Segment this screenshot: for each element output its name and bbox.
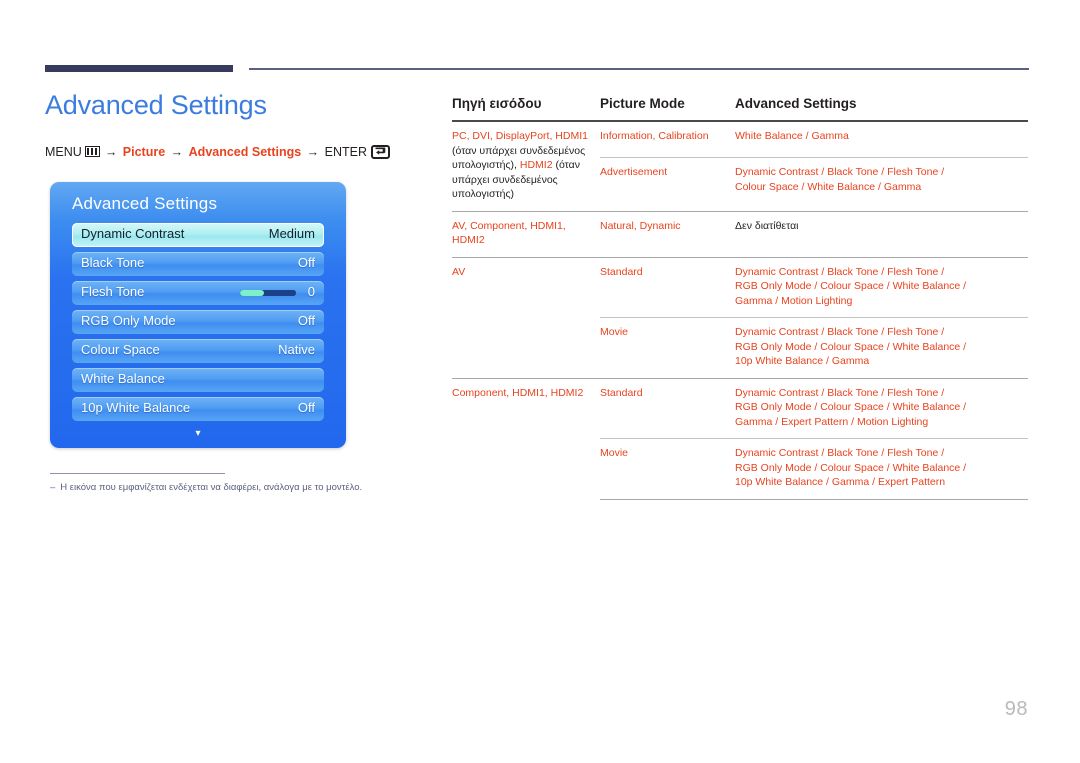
- spec-table-body: PC, DVI, DisplayPort, HDMI1 (όταν υπάρχε…: [452, 121, 1028, 500]
- osd-advanced-settings-panel[interactable]: Advanced Settings Dynamic Contrast Medium…: [50, 182, 346, 448]
- osd-item-label: 10p White Balance: [81, 400, 191, 415]
- enter-return-icon: [371, 145, 391, 159]
- cell-picture-mode: Standard: [600, 256, 735, 318]
- cell-advanced-settings: Dynamic Contrast / Black Tone / Flesh To…: [735, 157, 1028, 211]
- cell-input-source: AV: [452, 256, 600, 378]
- cell-picture-mode: Natural, Dynamic: [600, 210, 735, 257]
- osd-item-black-tone[interactable]: Black Tone Off: [72, 252, 324, 276]
- column-header-source: Πηγή εισόδου: [452, 96, 542, 111]
- osd-panel-title: Advanced Settings: [72, 194, 218, 213]
- cell-picture-mode: Movie: [600, 317, 735, 378]
- osd-item-value: Medium: [268, 226, 315, 241]
- osd-menu-list: Dynamic Contrast Medium Black Tone Off Flesh…: [72, 223, 324, 426]
- cell-advanced-settings: White Balance / Gamma: [735, 130, 849, 142]
- cell-picture-mode: Advertisement: [600, 157, 735, 211]
- header-rule-thin: [249, 68, 1029, 70]
- osd-item-value: Off: [297, 255, 315, 270]
- column-header-advanced-settings: Advanced Settings: [735, 96, 857, 111]
- left-column: Advanced Settings MENU → Picture → Advanc…: [45, 88, 435, 160]
- cell-picture-mode: Standard: [600, 377, 735, 439]
- cell-advanced-settings: Δεν διατίθεται: [735, 210, 1028, 257]
- column-header-picture-mode: Picture Mode: [600, 96, 685, 111]
- osd-item-value: 0: [307, 284, 315, 299]
- osd-item-label: Black Tone: [81, 255, 145, 270]
- menu-path-breadcrumb: MENU → Picture → Advanced Settings → ENTE…: [45, 144, 435, 160]
- cell-input-source: Component, HDMI1, HDMI2: [452, 377, 600, 499]
- cell-advanced-settings: Dynamic Contrast / Black Tone / Flesh To…: [735, 317, 1028, 378]
- osd-item-label: White Balance: [81, 371, 165, 386]
- table-row: AV, Component, HDMI1, HDMI2 Natural, Dyna…: [452, 210, 1028, 257]
- osd-item-10p-white-balance[interactable]: 10p White Balance Off: [72, 397, 324, 421]
- osd-item-label: Colour Space: [81, 342, 160, 357]
- footnote: ‒ Η εικόνα που εμφανίζεται ενδέχεται να δ…: [50, 481, 430, 495]
- footnote-text: Η εικόνα που εμφανίζεται ενδέχεται να δι…: [60, 482, 363, 493]
- osd-item-value: Native: [278, 342, 315, 357]
- osd-item-slider[interactable]: [240, 290, 296, 296]
- osd-item-label: Flesh Tone: [81, 284, 145, 299]
- osd-item-dynamic-contrast[interactable]: Dynamic Contrast Medium: [72, 223, 324, 247]
- osd-item-label: Dynamic Contrast: [81, 226, 185, 241]
- page-title: Advanced Settings: [45, 90, 267, 120]
- arrow-3-icon: →: [306, 145, 320, 159]
- footnote-divider: [50, 473, 225, 474]
- menu-path-step-advanced-settings[interactable]: Advanced Settings: [189, 145, 302, 159]
- spec-table-wrap: Πηγή εισόδου Picture Mode Advanced Setti…: [452, 96, 1028, 500]
- cell-input-source: PC, DVI, DisplayPort, HDMI1 (όταν υπάρχε…: [452, 130, 588, 200]
- table-row: Component, HDMI1, HDMI2 Standard Dynamic C…: [452, 377, 1028, 499]
- osd-item-value: Off: [297, 400, 315, 415]
- spec-table: Πηγή εισόδου Picture Mode Advanced Setti…: [452, 96, 1028, 500]
- arrow-2-icon: →: [170, 145, 184, 159]
- cell-input-source: AV, Component, HDMI1, HDMI2: [452, 210, 600, 257]
- cell-advanced-settings: Dynamic Contrast / Black Tone / Flesh To…: [735, 377, 1028, 439]
- osd-item-rgb-only-mode[interactable]: RGB Only Mode Off: [72, 310, 324, 334]
- table-header-row: Πηγή εισόδου Picture Mode Advanced Setti…: [452, 96, 1028, 121]
- table-row: PC, DVI, DisplayPort, HDMI1 (όταν υπάρχε…: [452, 121, 1028, 200]
- osd-item-colour-space[interactable]: Colour Space Native: [72, 339, 324, 363]
- arrow-1-icon: →: [104, 145, 118, 159]
- cell-picture-mode: Information, Calibration: [600, 130, 709, 142]
- cell-advanced-settings: Dynamic Contrast / Black Tone / Flesh To…: [735, 438, 1028, 500]
- page-number: 98: [1004, 698, 1028, 720]
- menu-path-step-picture[interactable]: Picture: [123, 145, 165, 159]
- osd-item-label: RGB Only Mode: [81, 313, 176, 328]
- cell-picture-mode: Movie: [600, 438, 735, 500]
- enter-label: ENTER: [324, 145, 368, 159]
- cell-advanced-settings: Dynamic Contrast / Black Tone / Flesh To…: [735, 256, 1028, 318]
- spec-table-head: Πηγή εισόδου Picture Mode Advanced Setti…: [452, 96, 1028, 121]
- osd-item-white-balance[interactable]: White Balance: [72, 368, 324, 392]
- header-rule-thick: [45, 65, 233, 72]
- footnote-dash: ‒: [50, 482, 56, 493]
- osd-item-value: Off: [297, 313, 315, 328]
- table-row: AV Standard Dynamic Contrast / Black Tone …: [452, 256, 1028, 378]
- menu-label: MENU: [45, 145, 82, 159]
- chevron-down-icon[interactable]: ▾: [50, 429, 346, 439]
- menu-bars-icon: [84, 146, 100, 157]
- osd-item-flesh-tone[interactable]: Flesh Tone 0: [72, 281, 324, 305]
